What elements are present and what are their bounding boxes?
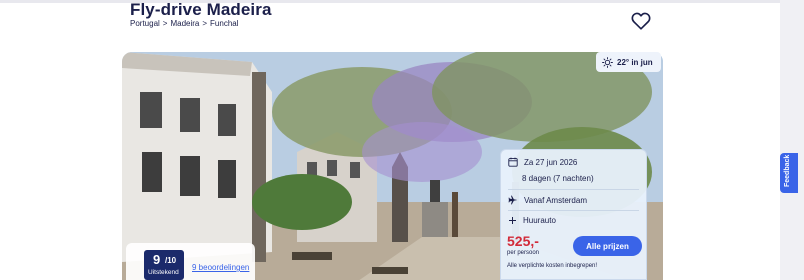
feedback-tab[interactable]: Feedback bbox=[780, 153, 798, 193]
weather-badge: 22° in jun bbox=[596, 52, 661, 72]
weather-text: 22° in jun bbox=[617, 57, 653, 67]
card-divider bbox=[508, 210, 639, 211]
extra-row: Huurauto bbox=[508, 216, 556, 225]
breadcrumb-separator: > bbox=[162, 19, 168, 28]
score-badge: 9 /10 Uitstekend bbox=[144, 250, 184, 280]
duration-row: 8 dagen (7 nachten) bbox=[522, 174, 594, 183]
departure-row[interactable]: Vanaf Amsterdam bbox=[508, 195, 587, 205]
rental-car-included: Huurauto bbox=[523, 216, 556, 225]
price: 525,- bbox=[507, 233, 539, 249]
favorite-heart-icon[interactable] bbox=[630, 10, 652, 32]
top-divider bbox=[0, 0, 780, 3]
reviews-link[interactable]: 9 beoordelingen bbox=[192, 263, 249, 272]
score-value: 9 bbox=[153, 252, 161, 267]
all-prices-button[interactable]: Alle prijzen bbox=[573, 236, 642, 256]
breadcrumb-separator: > bbox=[202, 19, 208, 28]
costs-included-note: Alle verplichte kosten inbegrepen! bbox=[507, 263, 598, 269]
card-divider bbox=[508, 189, 639, 190]
scroll-gutter bbox=[780, 0, 804, 280]
date-row[interactable]: Za 27 jun 2026 bbox=[508, 157, 577, 167]
sun-icon bbox=[602, 56, 613, 68]
score-max: /10 bbox=[165, 256, 177, 265]
breadcrumb-item-country[interactable]: Portugal bbox=[130, 19, 160, 28]
score-label: Uitstekend bbox=[148, 269, 179, 276]
page-title: Fly-drive Madeira bbox=[130, 0, 272, 19]
booking-summary-card: Za 27 jun 2026 8 dagen (7 nachten) Vanaf… bbox=[500, 149, 647, 280]
breadcrumb-item-region[interactable]: Madeira bbox=[170, 19, 199, 28]
calendar-icon bbox=[508, 157, 518, 167]
departure-airport: Vanaf Amsterdam bbox=[524, 195, 587, 205]
travel-duration: 8 dagen (7 nachten) bbox=[522, 174, 594, 183]
feedback-label: Feedback bbox=[784, 154, 791, 187]
page: Fly-drive Madeira Portugal > Madeira > F… bbox=[0, 0, 780, 280]
plus-icon bbox=[509, 217, 516, 224]
breadcrumb-item-city[interactable]: Funchal bbox=[210, 19, 238, 28]
travel-date: Za 27 jun 2026 bbox=[524, 157, 578, 167]
price-unit: per persoon bbox=[507, 250, 540, 256]
airplane-icon bbox=[508, 195, 518, 205]
breadcrumb: Portugal > Madeira > Funchal bbox=[130, 19, 239, 28]
rating-card: 9 /10 Uitstekend 9 beoordelingen bbox=[126, 243, 255, 280]
